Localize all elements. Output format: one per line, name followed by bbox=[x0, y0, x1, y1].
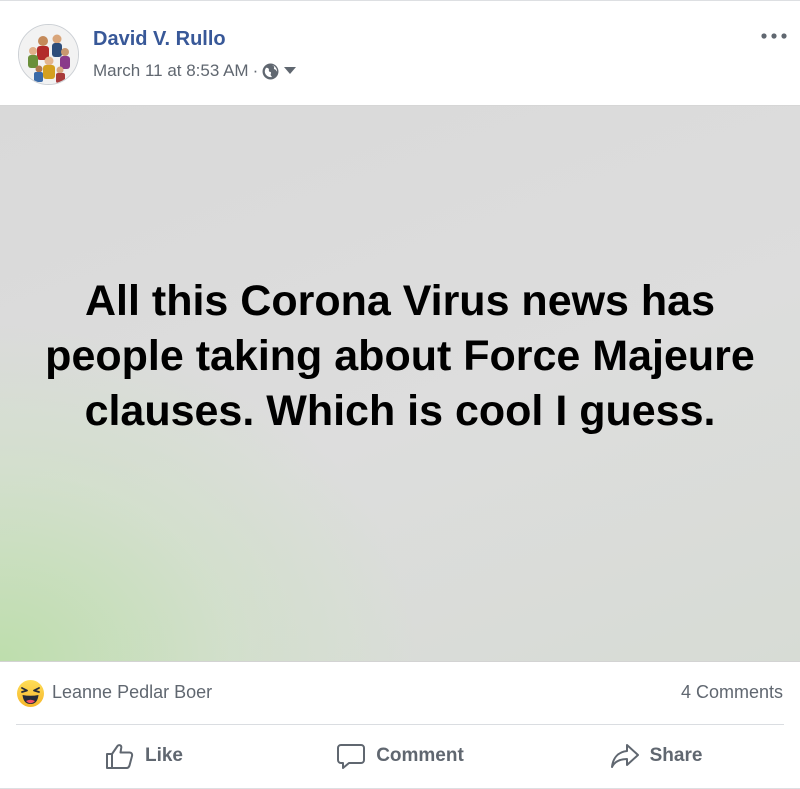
author-name-link[interactable]: David V. Rullo bbox=[93, 28, 226, 51]
reactions-bar: Leanne Pedlar Boer 4 Comments bbox=[0, 662, 800, 724]
profile-photo-icon bbox=[19, 25, 78, 84]
reactor-name-link[interactable]: Leanne Pedlar Boer bbox=[52, 682, 212, 703]
share-label: Share bbox=[649, 745, 703, 766]
post-header: David V. Rullo March 11 at 8:53 AM · bbox=[0, 1, 800, 105]
caret-down-icon[interactable] bbox=[284, 67, 297, 75]
post-card: David V. Rullo March 11 at 8:53 AM · All… bbox=[0, 0, 800, 789]
globe-icon[interactable] bbox=[262, 63, 279, 80]
post-body-text: All this Corona Virus news has people ta… bbox=[45, 277, 755, 435]
author-avatar[interactable] bbox=[18, 24, 79, 85]
haha-reaction-icon[interactable] bbox=[16, 679, 45, 708]
post-timestamp[interactable]: March 11 at 8:53 AM bbox=[93, 61, 249, 81]
share-button[interactable]: Share bbox=[528, 725, 784, 787]
comment-button[interactable]: Comment bbox=[272, 725, 528, 787]
post-meta: March 11 at 8:53 AM · bbox=[93, 60, 297, 82]
more-options-icon[interactable] bbox=[760, 28, 788, 44]
like-label: Like bbox=[144, 745, 184, 766]
meta-separator: · bbox=[252, 61, 259, 80]
post-background-card: All this Corona Virus news has people ta… bbox=[0, 105, 800, 662]
post-actions-bar: Like Comment Share bbox=[16, 725, 784, 787]
comment-label: Comment bbox=[376, 745, 464, 766]
comment-bubble-icon bbox=[337, 744, 366, 769]
thumbs-up-icon bbox=[105, 744, 134, 769]
share-arrow-icon bbox=[610, 744, 639, 768]
like-button[interactable]: Like bbox=[16, 725, 272, 787]
comments-count-link[interactable]: 4 Comments bbox=[681, 682, 783, 703]
